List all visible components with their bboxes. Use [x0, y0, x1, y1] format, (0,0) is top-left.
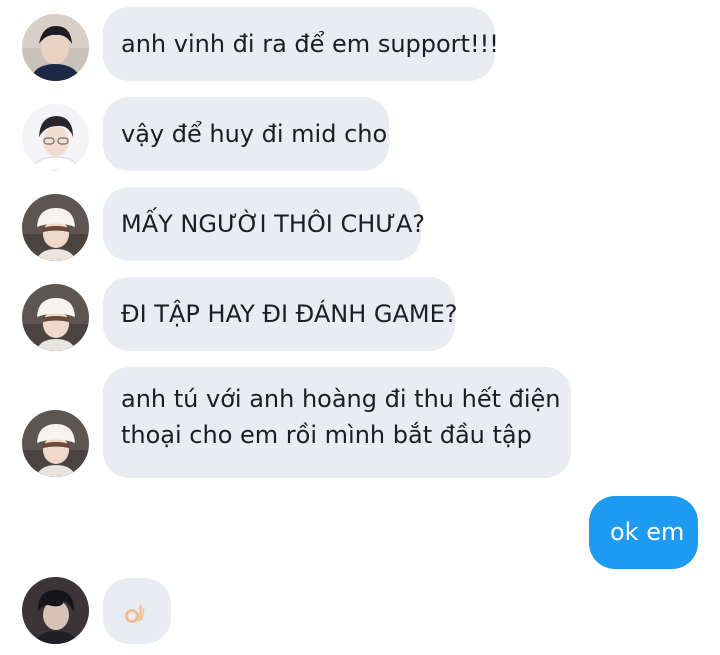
message-text: ĐI TẬP HAY ĐI ĐÁNH GAME?	[121, 300, 458, 328]
message-bubble: vậy để huy đi mid cho	[103, 97, 389, 171]
avatar[interactable]	[22, 104, 89, 171]
avatar[interactable]	[22, 577, 89, 644]
avatar[interactable]	[22, 410, 89, 477]
ok-hand-icon	[122, 601, 148, 631]
message-text-line: anh tú với anh hoàng đi thu hết điện	[121, 385, 561, 413]
message-text-line: thoại cho em rồi mình bắt đầu tập	[121, 421, 532, 449]
message-text: anh vinh đi ra để em support!!!	[121, 30, 499, 58]
message-bubble: anh tú với anh hoàng đi thu hết điện tho…	[103, 367, 571, 478]
sent-message-bubble: ok em	[589, 496, 698, 569]
message-text: ok em	[610, 518, 685, 546]
message-bubble: ĐI TẬP HAY ĐI ĐÁNH GAME?	[103, 277, 458, 351]
avatar[interactable]	[22, 194, 89, 261]
message-text: MẤY NGƯỜI THÔI CHƯA?	[121, 210, 426, 238]
message-bubble: anh vinh đi ra để em support!!!	[103, 7, 499, 81]
message-bubble: MẤY NGƯỜI THÔI CHƯA?	[103, 187, 425, 261]
message-text: vậy để huy đi mid cho	[121, 120, 388, 148]
avatar[interactable]	[22, 284, 89, 351]
avatar[interactable]	[22, 14, 89, 81]
